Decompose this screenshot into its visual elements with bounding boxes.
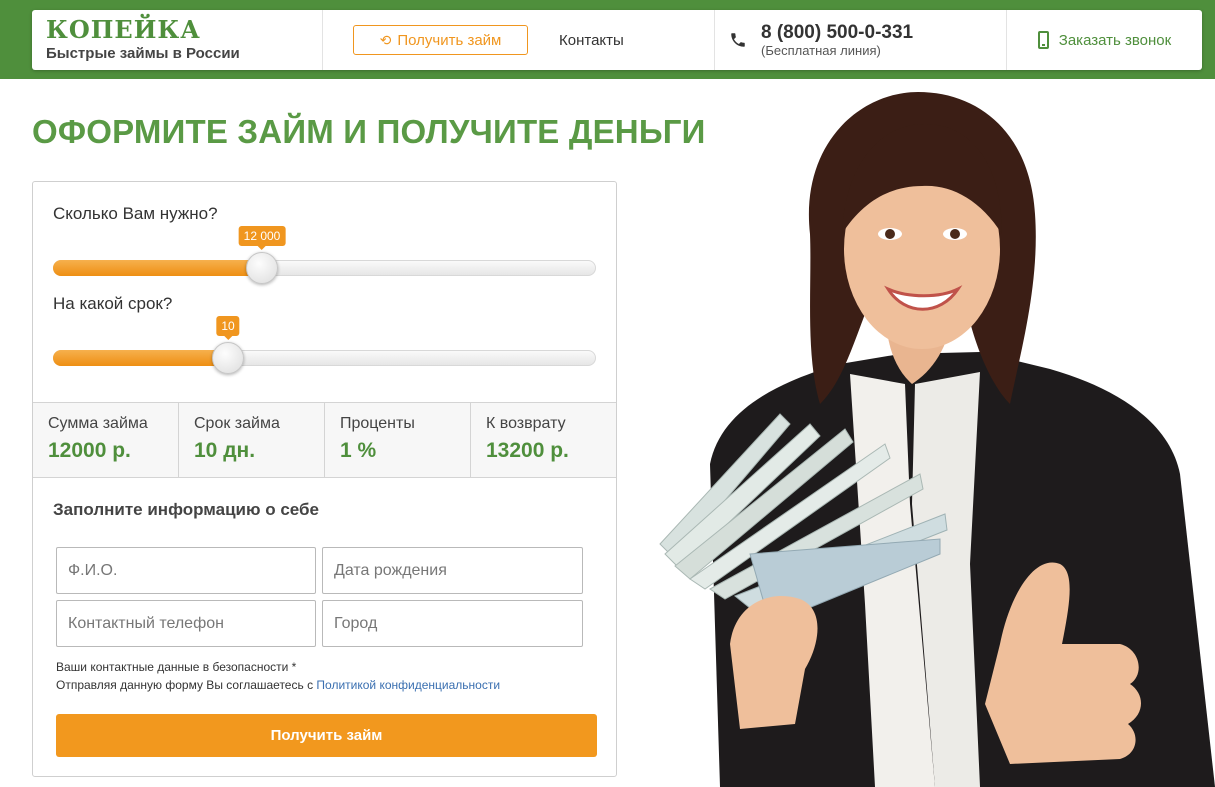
- history-icon: ⟲: [379, 31, 392, 48]
- logo-area[interactable]: КОПЕЙКА Быстрые займы в России: [32, 10, 323, 70]
- summary-value: 12000 р.: [48, 439, 131, 462]
- mobile-phone-icon: [1037, 31, 1049, 49]
- form-title: Заполните информацию о себе: [53, 500, 319, 519]
- summary-repay: К возврату 13200 р.: [471, 403, 616, 477]
- logo-text: КОПЕЙКА: [46, 15, 201, 44]
- term-slider-handle[interactable]: [212, 342, 244, 374]
- summary-interest: Проценты 1 %: [325, 403, 471, 477]
- full-name-input[interactable]: [56, 547, 316, 594]
- summary-label: Сумма займа: [48, 415, 148, 432]
- amount-question: Сколько Вам нужно?: [53, 204, 218, 223]
- page-headline: ОФОРМИТЕ ЗАЙМ И ПОЛУЧИТЕ ДЕНЬГИ: [32, 113, 706, 150]
- consent-text: Отправляя данную форму Вы соглашаетесь с: [56, 678, 314, 692]
- term-slider-fill: [53, 350, 228, 366]
- summary-value: 13200 р.: [486, 439, 569, 462]
- contacts-link[interactable]: Контакты: [559, 32, 624, 49]
- submit-loan-button[interactable]: Получить займ: [56, 714, 597, 757]
- privacy-policy-link[interactable]: Политикой конфиденциальности: [316, 678, 500, 692]
- summary-amount: Сумма займа 12000 р.: [33, 403, 179, 477]
- summary-term: Срок займа 10 дн.: [179, 403, 325, 477]
- phone-block: 8 (800) 500-0-331 (Бесплатная линия): [761, 22, 913, 58]
- term-slider[interactable]: 10: [53, 316, 596, 374]
- city-input[interactable]: [322, 600, 583, 647]
- summary-value: 1 %: [340, 439, 377, 462]
- safety-note: Ваши контактные данные в безопасности *: [56, 660, 297, 674]
- loan-summary: Сумма займа 12000 р. Срок займа 10 дн. П…: [33, 402, 616, 478]
- phone-note: (Бесплатная линия): [761, 43, 881, 58]
- amount-slider[interactable]: 12 000: [53, 226, 596, 284]
- amount-slider-fill: [53, 260, 262, 276]
- birth-date-input[interactable]: [322, 547, 583, 594]
- callback-label: Заказать звонок: [1058, 31, 1172, 49]
- hero-photo: [659, 92, 1215, 787]
- header-get-loan-label: Получить займ: [397, 31, 502, 49]
- callback-button[interactable]: Заказать звонок: [1007, 10, 1202, 70]
- header-get-loan-button[interactable]: ⟲ Получить займ: [353, 25, 528, 55]
- loan-form-card: Сколько Вам нужно? 12 000 На какой срок?…: [32, 181, 617, 777]
- phone-icon: [731, 33, 745, 47]
- term-question: На какой срок?: [53, 294, 173, 313]
- amount-slider-handle[interactable]: [246, 252, 278, 284]
- site-header: КОПЕЙКА Быстрые займы в России ⟲ Получит…: [32, 10, 1202, 70]
- consent-note: Отправляя данную форму Вы соглашаетесь с…: [56, 678, 500, 692]
- summary-label: К возврату: [486, 415, 566, 432]
- nav-area: ⟲ Получить займ Контакты: [323, 10, 715, 70]
- amount-value-badge: 12 000: [238, 226, 286, 250]
- summary-value: 10 дн.: [194, 439, 256, 462]
- slogan: Быстрые займы в России: [46, 45, 240, 62]
- phone-number[interactable]: 8 (800) 500-0-331: [761, 22, 913, 43]
- term-value-badge: 10: [216, 316, 240, 340]
- summary-label: Срок займа: [194, 415, 280, 432]
- summary-label: Проценты: [340, 415, 415, 432]
- phone-area: 8 (800) 500-0-331 (Бесплатная линия): [715, 10, 1007, 70]
- logo[interactable]: КОПЕЙКА: [46, 18, 201, 42]
- phone-input[interactable]: [56, 600, 316, 647]
